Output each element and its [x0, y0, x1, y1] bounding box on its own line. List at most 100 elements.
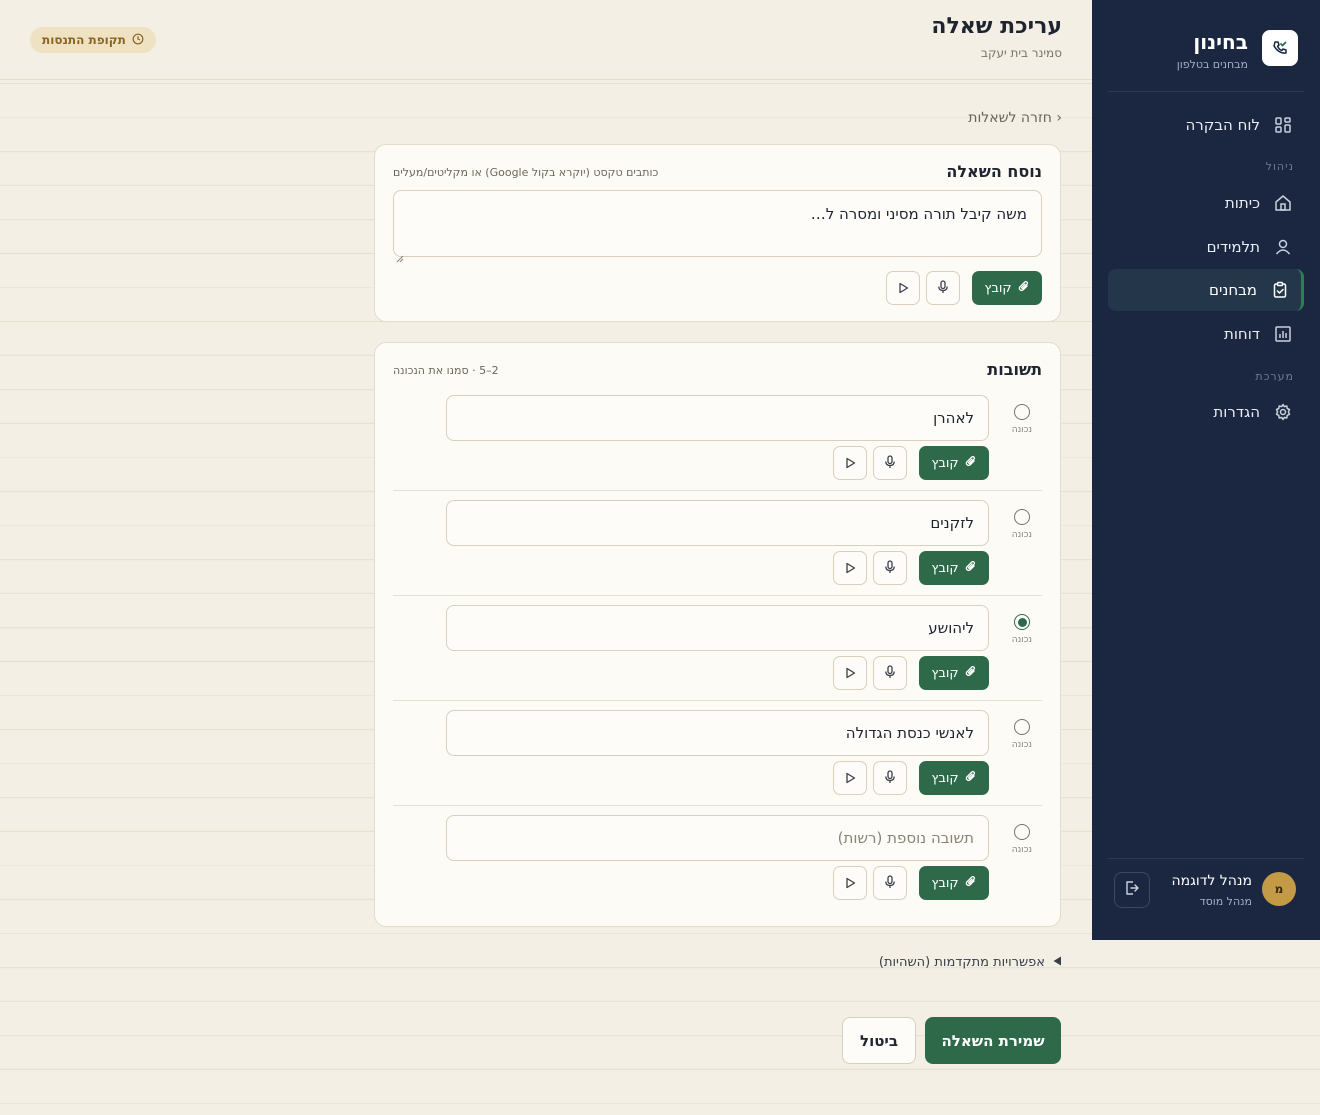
user-name: מנהל לדוגמה — [1171, 873, 1252, 889]
save-question-button[interactable]: שמירת השאלה — [925, 1017, 1061, 1064]
file-button-label: קובץ — [931, 560, 959, 576]
answer-file-button[interactable]: קובץ — [919, 866, 989, 900]
sidebar-item-label: הגדרות — [1213, 403, 1260, 421]
file-button-label: קובץ — [931, 455, 959, 471]
answer-play-button[interactable] — [833, 446, 867, 480]
page-subtitle: סמינר בית יעקב — [981, 46, 1062, 60]
bar-chart-icon — [1274, 325, 1292, 343]
sidebar-divider — [1108, 91, 1304, 92]
clock-icon — [132, 33, 144, 48]
sidebar-item-label: דוחות — [1223, 325, 1260, 343]
correct-label: נכונה — [1011, 530, 1032, 540]
sidebar-item-reports[interactable]: דוחות — [1108, 313, 1304, 355]
app-name: בחינון — [1193, 30, 1248, 54]
sidebar-divider — [1108, 858, 1304, 859]
answer-record-button[interactable] — [873, 656, 907, 690]
file-button-label: קובץ — [931, 770, 959, 786]
answer-file-button[interactable]: קובץ — [919, 446, 989, 480]
correct-label: נכונה — [1011, 635, 1032, 645]
sidebar-item-students[interactable]: תלמידים — [1108, 226, 1304, 268]
microphone-icon — [936, 279, 950, 298]
play-icon — [897, 279, 909, 298]
paperclip-icon — [965, 665, 977, 681]
answers-card-title: תשובות — [987, 360, 1042, 379]
answer-record-button[interactable] — [873, 761, 907, 795]
question-text-input[interactable]: משה קיבל תורה מסיני ומסרה ל… — [393, 190, 1042, 257]
answer-text-input[interactable]: לזקנים — [446, 500, 989, 546]
paperclip-icon — [965, 875, 977, 891]
correct-radio[interactable] — [1014, 404, 1030, 420]
play-icon — [844, 874, 856, 893]
sidebar-item-classes[interactable]: כיתות — [1108, 182, 1304, 224]
play-icon — [844, 769, 856, 788]
answer-record-button[interactable] — [873, 446, 907, 480]
sidebar-section-manage: ניהול — [1265, 160, 1294, 173]
correct-radio[interactable] — [1014, 509, 1030, 525]
answer-play-button[interactable] — [833, 761, 867, 795]
sidebar-item-label: לוח הבקרה — [1185, 116, 1260, 134]
answer-file-button[interactable]: קובץ — [919, 761, 989, 795]
question-file-button[interactable]: קובץ — [972, 271, 1042, 305]
answer-record-button[interactable] — [873, 866, 907, 900]
play-icon — [844, 664, 856, 683]
question-card: נוסח השאלה כותבים טקסט (יוקרא בקול Googl… — [374, 144, 1061, 322]
file-button-label: קובץ — [931, 665, 959, 681]
sidebar: בחינון מבחנים בטלפון לוח הבקרה ניהול כית… — [1092, 0, 1320, 940]
advanced-options-toggle[interactable]: אפשרויות מתקדמות (השהיות) — [879, 955, 1062, 970]
gear-icon — [1274, 403, 1292, 421]
sidebar-item-label: מבחנים — [1209, 281, 1257, 299]
answer-divider — [393, 805, 1042, 806]
question-record-button[interactable] — [926, 271, 960, 305]
sidebar-item-settings[interactable]: הגדרות — [1108, 391, 1304, 433]
answer-play-button[interactable] — [833, 656, 867, 690]
question-card-title: נוסח השאלה — [946, 162, 1042, 181]
building-icon — [1274, 194, 1292, 212]
sidebar-item-label: תלמידים — [1206, 238, 1260, 256]
sidebar-item-dashboard[interactable]: לוח הבקרה — [1108, 104, 1304, 146]
clipboard-check-icon — [1271, 281, 1289, 299]
answer-record-button[interactable] — [873, 551, 907, 585]
paperclip-icon — [965, 455, 977, 471]
trial-badge[interactable]: תקופת התנסות — [30, 27, 156, 53]
logout-button[interactable] — [1114, 872, 1150, 908]
answer-divider — [393, 595, 1042, 596]
brand[interactable]: בחינון מבחנים בטלפון — [1108, 30, 1298, 74]
answer-file-button[interactable]: קובץ — [919, 551, 989, 585]
paperclip-icon — [965, 560, 977, 576]
correct-label: נכונה — [1011, 740, 1032, 750]
answer-divider — [393, 490, 1042, 491]
grid-icon — [1274, 116, 1292, 134]
answers-card: תשובות 2–5 · סמנו את הנכונה נכונה לאהרן קו… — [374, 342, 1061, 927]
correct-label: נכונה — [1011, 425, 1032, 435]
paperclip-icon — [965, 770, 977, 786]
answer-file-button[interactable]: קובץ — [919, 656, 989, 690]
correct-radio[interactable] — [1014, 824, 1030, 840]
question-card-hint: כותבים טקסט (יוקרא בקול Google) או מקליט… — [393, 166, 659, 179]
correct-radio[interactable] — [1014, 719, 1030, 735]
sidebar-item-label: כיתות — [1224, 194, 1260, 212]
sidebar-item-exams[interactable]: מבחנים — [1108, 269, 1304, 311]
user-icon — [1274, 238, 1292, 256]
file-button-label: קובץ — [984, 280, 1012, 296]
play-icon — [844, 454, 856, 473]
caret-left-icon — [1053, 955, 1062, 970]
correct-radio[interactable] — [1014, 614, 1030, 630]
user-role: מנהל מוסד — [1199, 895, 1252, 908]
microphone-icon — [883, 874, 897, 893]
textarea-resize-handle[interactable] — [396, 248, 404, 263]
trial-badge-label: תקופת התנסות — [42, 33, 126, 47]
answer-text-input[interactable]: תשובה נוספת (רשות) — [446, 815, 989, 861]
cancel-button[interactable]: ביטול — [842, 1017, 916, 1064]
answer-play-button[interactable] — [833, 551, 867, 585]
answer-text-input[interactable]: ליהושע — [446, 605, 989, 651]
answer-text-input[interactable]: לאנשי כנסת הגדולה — [446, 710, 989, 756]
advanced-options-label: אפשרויות מתקדמות (השהיות) — [878, 955, 1045, 970]
page-title: עריכת שאלה — [931, 14, 1062, 39]
answer-play-button[interactable] — [833, 866, 867, 900]
logout-icon — [1124, 880, 1140, 900]
answer-text-input[interactable]: לאהרן — [446, 395, 989, 441]
play-icon — [844, 559, 856, 578]
app-tagline: מבחנים בטלפון — [1176, 58, 1248, 71]
back-to-questions-link[interactable]: ‹ חזרה לשאלות — [968, 110, 1062, 126]
question-play-button[interactable] — [886, 271, 920, 305]
